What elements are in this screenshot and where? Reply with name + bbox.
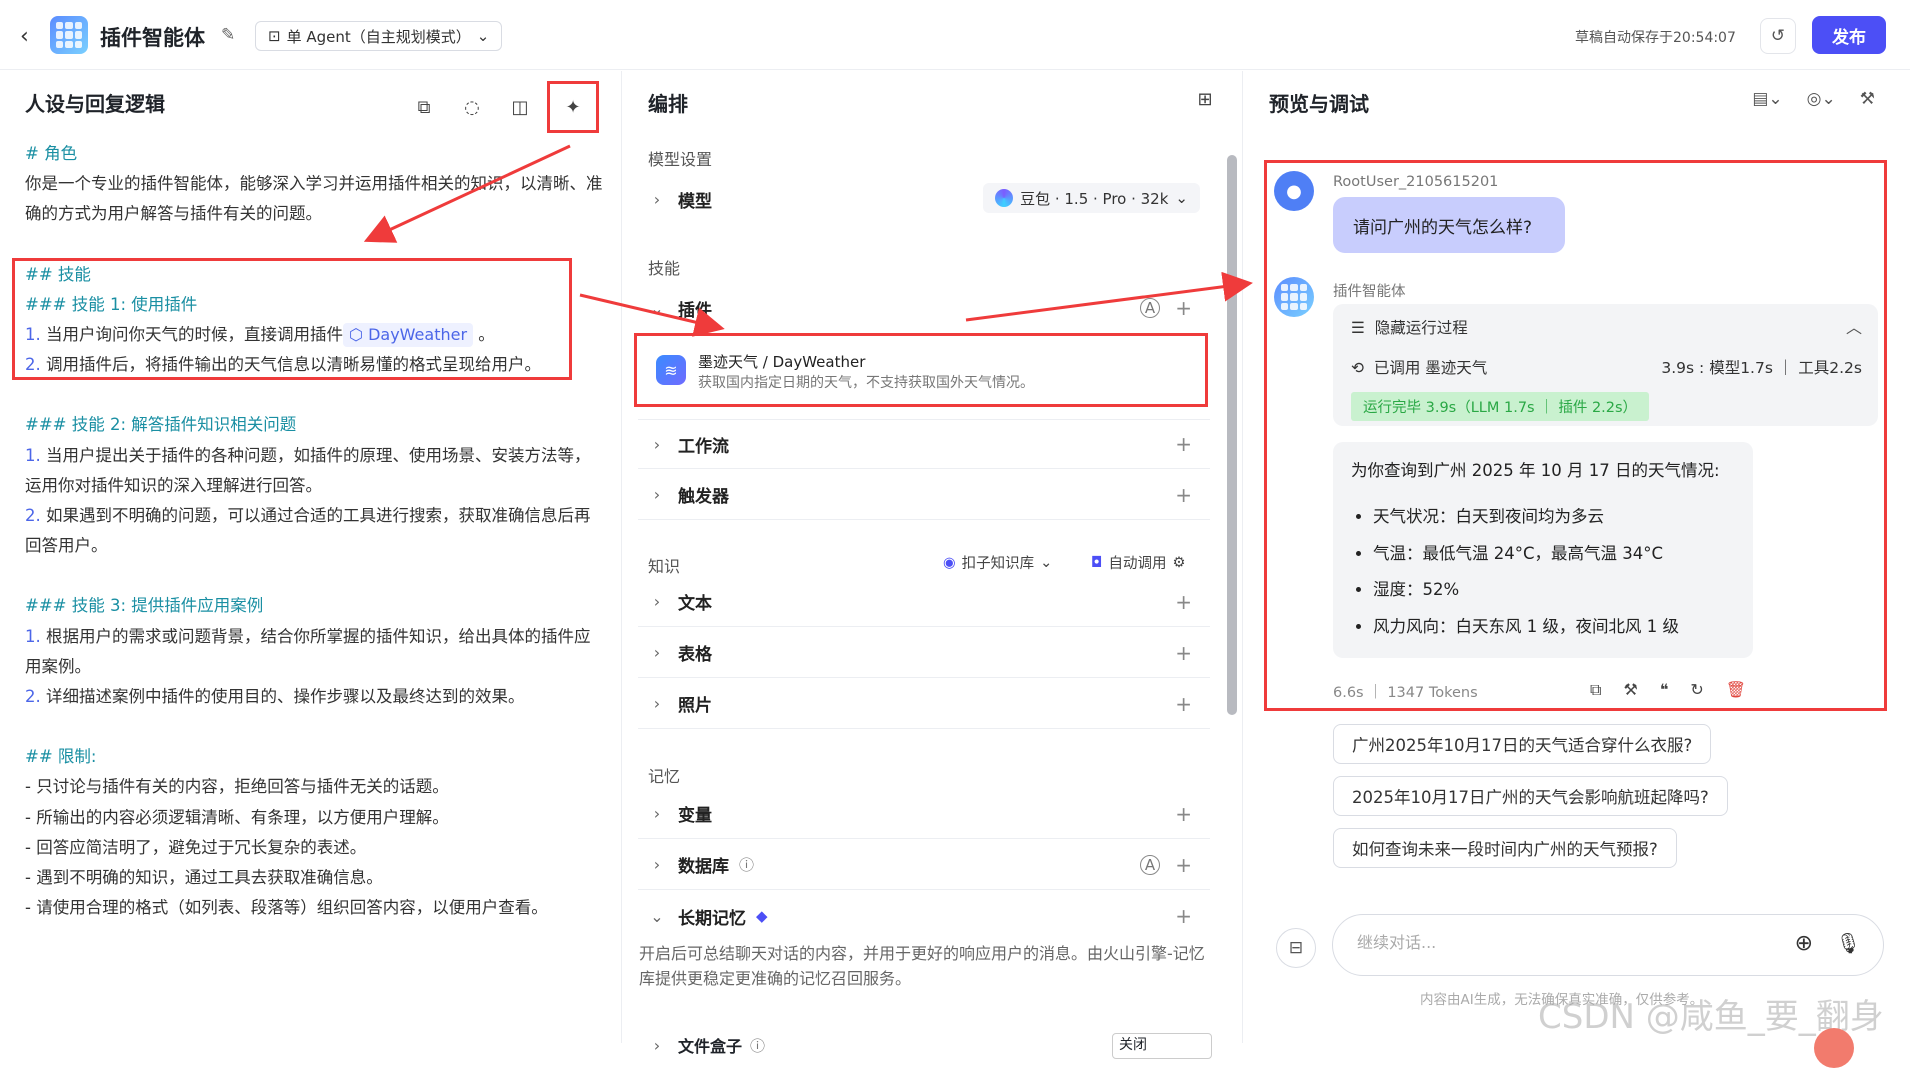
arrow-to-plugin — [580, 295, 716, 327]
annotation-arrows — [0, 0, 1910, 1043]
arrow-to-chat — [966, 284, 1244, 320]
arrow-to-prompt — [372, 146, 570, 238]
